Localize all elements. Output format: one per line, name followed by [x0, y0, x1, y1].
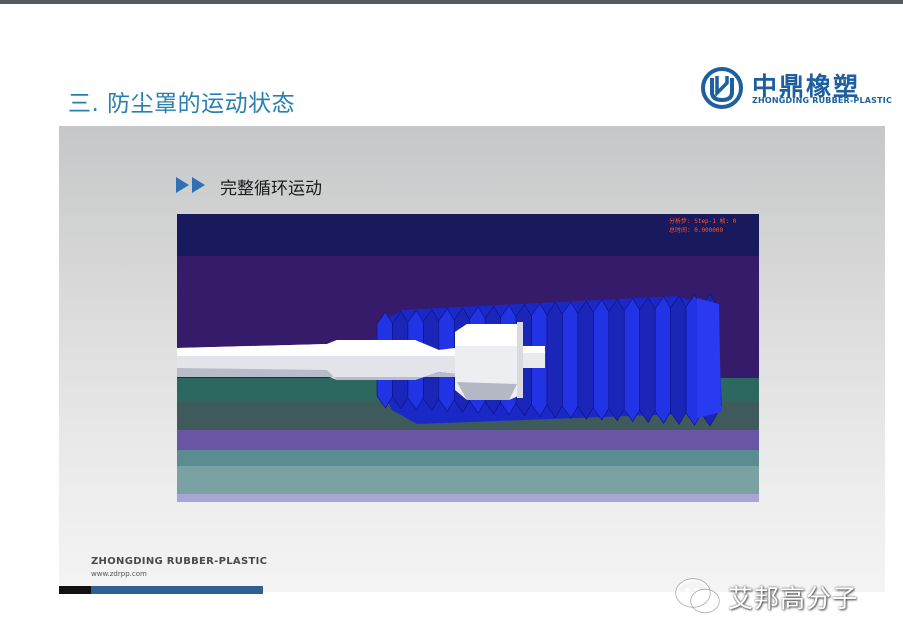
footer-bar-blue: [91, 586, 263, 594]
footer-brand: ZHONGDING RUBBER-PLASTIC: [91, 556, 268, 567]
wechat-icon: [675, 578, 720, 614]
company-logo: 中鼎橡塑 ZHONGDING RUBBER-PLASTIC: [700, 66, 892, 110]
bellows-pleat: [577, 300, 594, 420]
logo-name-en: ZHONGDING RUBBER-PLASTIC: [752, 96, 893, 105]
boot-simulation-render: [177, 214, 759, 502]
simulation-viewport: 分析步: Step-1 帧: 0 总时间: 0.000000: [177, 214, 759, 502]
readout-step: 分析步: Step-1 帧: 0: [669, 218, 737, 225]
section-subtitle: 完整循环运动: [220, 179, 322, 199]
footer-url: www.zdrpp.com: [91, 570, 147, 578]
zhongding-logo-icon: [701, 67, 743, 109]
bellows-pleat: [654, 296, 671, 424]
bellows-pleat: [608, 298, 625, 422]
simulation-readout: 分析步: Step-1 帧: 0 总时间: 0.000000: [669, 217, 736, 235]
bellows-pleat: [593, 299, 610, 421]
bullet-arrow-icon: [192, 177, 205, 193]
bullet-arrow-icon: [176, 177, 189, 193]
bellows-pleat: [546, 302, 563, 418]
readout-time: 总时间: 0.000000: [669, 227, 724, 234]
bellows-pleat: [623, 297, 641, 423]
bellows-pleat: [639, 296, 656, 424]
footer-bar-dark: [59, 586, 91, 594]
bellows-pleat: [562, 301, 579, 419]
bellows-pleat: [670, 295, 687, 425]
bellows-collar: [697, 298, 721, 418]
watermark-text: 艾邦高分子: [728, 584, 859, 613]
slide-title: 三. 防尘罩的运动状态: [68, 91, 296, 117]
top-rule: [0, 0, 903, 4]
